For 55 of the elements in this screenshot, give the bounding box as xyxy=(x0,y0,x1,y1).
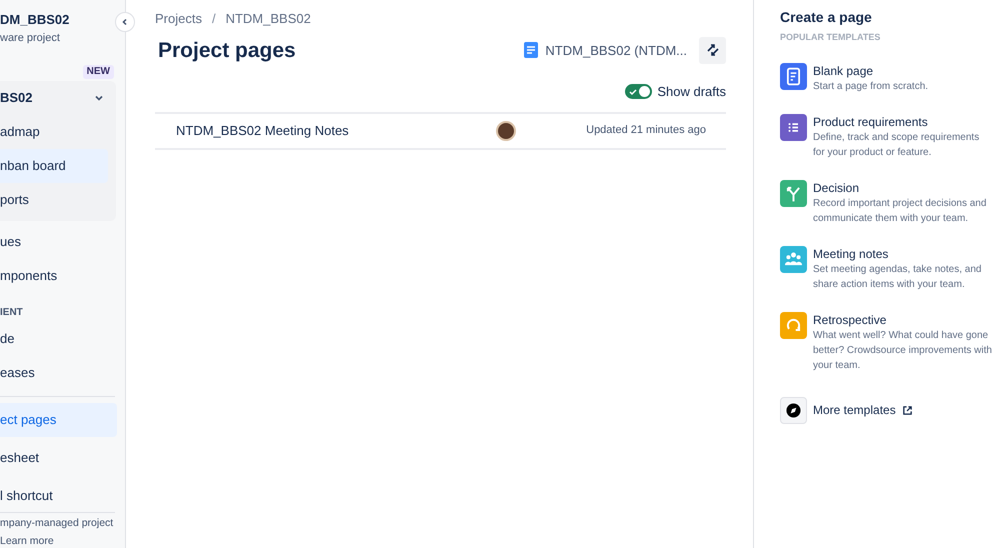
project-name: DM_BBS02 xyxy=(0,12,70,28)
page-title: Project pages xyxy=(158,38,296,64)
more-templates-text: More templates xyxy=(813,402,896,419)
template-name: Meeting notes xyxy=(813,246,890,262)
page-title-link[interactable]: NTDM_BBS02 Meeting Notes xyxy=(176,120,496,140)
nav-item[interactable]: eases xyxy=(0,356,117,390)
template-item[interactable]: Blank page Start a page from scratch. xyxy=(780,62,995,94)
template-name: Product requirements xyxy=(813,114,929,130)
swap-button[interactable] xyxy=(699,36,726,64)
template-item[interactable]: Meeting notes Set meeting agendas, take notes, and share action items with your team. xyxy=(780,246,995,292)
panel-title: Create a page xyxy=(780,8,873,27)
template-description: What went well? What could have gone better? Crowdsource improvements with your team. xyxy=(813,328,993,372)
chevron-left-icon xyxy=(121,18,129,26)
footer-text: mpany-managed project xyxy=(0,516,114,530)
template-description: Start a page from scratch. xyxy=(813,80,930,94)
nav-item[interactable]: esheet xyxy=(0,440,117,474)
group-title[interactable]: BS02 xyxy=(0,88,33,108)
space-link[interactable]: NTDM_BBS02 (NTDM... xyxy=(524,40,687,60)
template-item[interactable]: Decision Record important project decisions and communicate them with your team. xyxy=(780,180,995,226)
document-icon xyxy=(524,42,538,58)
collapse-button[interactable] xyxy=(115,12,135,32)
template-item[interactable]: Product requirements Define, track and scope requirements for your product or feature. xyxy=(780,114,995,160)
learn-more-link[interactable]: Learn more xyxy=(0,534,115,548)
nav-item[interactable]: ports xyxy=(0,182,108,216)
more-templates-link[interactable]: More templates xyxy=(780,396,995,424)
nav-item[interactable]: admap xyxy=(0,114,108,148)
updated-time: Updated 21 minutes ago xyxy=(586,123,706,138)
drafts-toggle[interactable] xyxy=(625,84,652,100)
new-badge: NEW xyxy=(82,64,114,78)
nav-item[interactable]: mponents xyxy=(0,258,117,292)
template-description: Set meeting agendas, take notes, and share action items with your team. xyxy=(813,262,982,292)
breadcrumb-separator: / xyxy=(212,10,216,28)
nav-item[interactable]: ect pages xyxy=(0,402,117,436)
nav-item[interactable]: ues xyxy=(0,224,117,258)
compass-icon xyxy=(786,402,801,418)
nav-item[interactable]: nban board xyxy=(0,148,108,182)
template-description: Record important project decisions and communicate them with your team. xyxy=(813,196,988,226)
template-description: Define, track and scope requirements for your product or feature. xyxy=(813,130,980,160)
section-heading: IENT xyxy=(0,306,24,320)
template-item[interactable]: Retrospective What went well? What could have gone better? Crowdsource improvements with your team. xyxy=(780,312,995,372)
nav-item[interactable]: de xyxy=(0,322,117,356)
template-name: Decision xyxy=(813,180,860,196)
breadcrumb-link[interactable]: NTDM_BBS02 xyxy=(226,9,311,28)
project-type: ware project xyxy=(0,31,61,46)
external-link-icon xyxy=(902,404,913,416)
template-name: Retrospective xyxy=(813,312,888,328)
page-row[interactable]: NTDM_BBS02 Meeting Notes Updated 21 minutes ago xyxy=(155,114,726,150)
template-name: Blank page xyxy=(813,62,874,78)
avatar xyxy=(496,120,516,140)
arrows-icon xyxy=(704,42,720,58)
breadcrumb-link[interactable]: Projects xyxy=(155,9,202,28)
nav-item[interactable]: l shortcut xyxy=(0,478,117,512)
toggle-label: Show drafts xyxy=(657,83,726,101)
check-icon xyxy=(629,88,638,96)
panel-subtitle: POPULAR TEMPLATES xyxy=(780,31,882,44)
